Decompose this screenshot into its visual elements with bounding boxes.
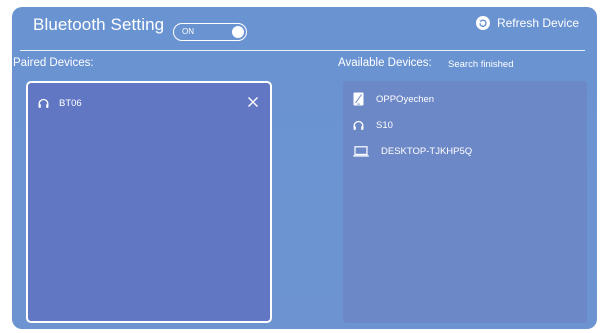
paired-device-row[interactable]: BT06 bbox=[38, 95, 260, 111]
bluetooth-screen: Bluetooth Setting ON Refresh Device Pair… bbox=[0, 0, 603, 333]
paired-device-name: BT06 bbox=[59, 97, 82, 109]
bluetooth-toggle[interactable]: ON bbox=[173, 23, 247, 41]
toggle-label: ON bbox=[182, 27, 194, 36]
toggle-knob bbox=[232, 25, 244, 38]
available-device-row[interactable]: DESKTOP-TJKHP5Q bbox=[353, 143, 472, 159]
paired-devices-label: Paired Devices: bbox=[13, 57, 94, 69]
available-devices-label: Available Devices: bbox=[338, 57, 432, 69]
refresh-icon bbox=[475, 16, 490, 30]
header-divider bbox=[20, 50, 585, 51]
laptop-icon bbox=[353, 145, 369, 157]
refresh-device-button[interactable]: Refresh Device bbox=[475, 16, 579, 30]
phone-icon bbox=[353, 92, 364, 106]
page-title: Bluetooth Setting bbox=[33, 15, 165, 34]
available-device-row[interactable]: OPPOyechen bbox=[353, 91, 434, 107]
available-device-name: OPPOyechen bbox=[376, 93, 435, 105]
available-devices-list: OPPOyechen S10 DESKTOP-TJKHP5Q bbox=[343, 81, 587, 323]
paired-devices-list: BT06 bbox=[26, 81, 272, 323]
available-device-name: DESKTOP-TJKHP5Q bbox=[381, 145, 473, 157]
headphones-icon bbox=[38, 98, 49, 108]
close-icon[interactable] bbox=[246, 95, 260, 109]
available-device-row[interactable]: S10 bbox=[353, 117, 393, 133]
search-status: Search finished bbox=[448, 59, 514, 70]
bluetooth-panel: Bluetooth Setting ON Refresh Device Pair… bbox=[12, 7, 597, 329]
headphones-icon bbox=[353, 120, 364, 130]
refresh-label: Refresh Device bbox=[496, 16, 579, 30]
available-device-name: S10 bbox=[376, 119, 393, 131]
